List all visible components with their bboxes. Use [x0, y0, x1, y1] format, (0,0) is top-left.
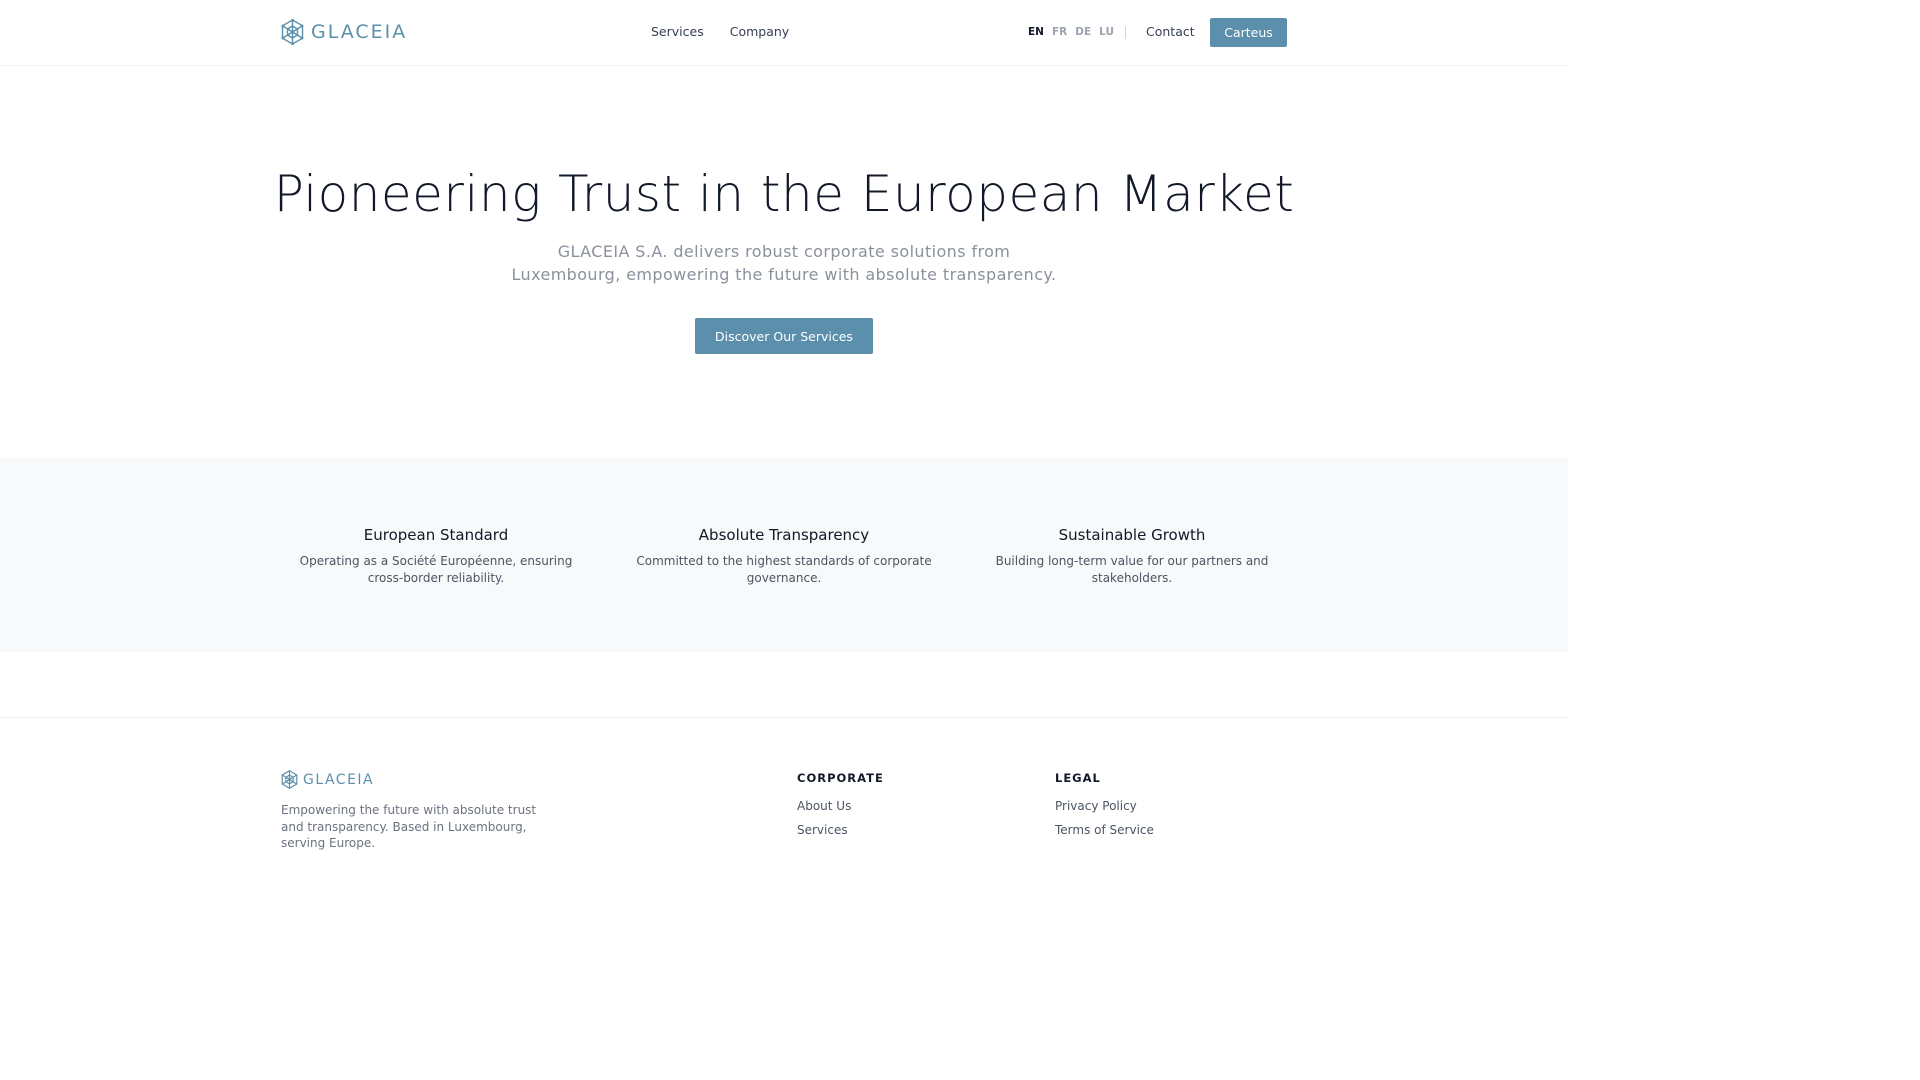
- snowflake-logo-icon: [281, 19, 304, 45]
- lang-en[interactable]: EN: [1028, 26, 1044, 38]
- site-header: GLACEIA Services Company EN FR DE LU Con…: [0, 0, 1568, 66]
- footer-column-corporate: CORPORATE About Us Services: [797, 771, 884, 847]
- footer-column-legal: LEGAL Privacy Policy Terms of Service: [1055, 771, 1154, 847]
- footer-link-privacy-policy[interactable]: Privacy Policy: [1055, 799, 1154, 813]
- features-section: European Standard Operating as a Société…: [0, 458, 1568, 652]
- nav-item-company[interactable]: Company: [730, 24, 789, 39]
- lang-lu[interactable]: LU: [1099, 26, 1114, 38]
- language-switcher: EN FR DE LU: [1028, 26, 1114, 38]
- feature-title: Absolute Transparency: [698, 526, 870, 544]
- lang-fr[interactable]: FR: [1052, 26, 1067, 38]
- brand-logo[interactable]: GLACEIA: [281, 19, 407, 45]
- hero-title: Pioneering Trust in the European Market: [273, 165, 1295, 223]
- footer-link-services[interactable]: Services: [797, 823, 884, 837]
- feature-text: Operating as a Société Européenne, ensur…: [299, 554, 573, 585]
- footer-logo-text: GLACEIA: [303, 771, 375, 788]
- feature-title: Sustainable Growth: [1058, 526, 1206, 544]
- feature-title: European Standard: [363, 526, 509, 544]
- main-nav: Services Company: [651, 24, 789, 39]
- feature-card: Absolute Transparency Committed to the h…: [629, 526, 939, 586]
- header-divider: [1125, 26, 1126, 39]
- feature-text: Committed to the highest standards of co…: [636, 554, 932, 585]
- header-cta-button[interactable]: Carteus: [1210, 18, 1287, 47]
- discover-services-button[interactable]: Discover Our Services: [695, 318, 873, 354]
- lang-de[interactable]: DE: [1075, 26, 1091, 38]
- contact-link[interactable]: Contact: [1146, 24, 1195, 39]
- footer-divider: [0, 717, 1568, 718]
- snowflake-logo-icon: [281, 770, 298, 789]
- footer-logo[interactable]: GLACEIA: [281, 770, 374, 789]
- brand-logo-text: GLACEIA: [311, 21, 408, 43]
- hero-subtitle: GLACEIA S.A. delivers robust corporate s…: [511, 242, 1057, 284]
- footer-column-heading: CORPORATE: [797, 771, 884, 785]
- nav-item-services[interactable]: Services: [651, 24, 704, 39]
- footer-link-terms-of-service[interactable]: Terms of Service: [1055, 823, 1154, 837]
- footer-column-heading: LEGAL: [1055, 771, 1101, 785]
- feature-card: Sustainable Growth Building long-term va…: [977, 526, 1287, 586]
- footer-link-about-us[interactable]: About Us: [797, 799, 884, 813]
- feature-card: European Standard Operating as a Société…: [281, 526, 591, 586]
- feature-text: Building long-term value for our partner…: [995, 554, 1269, 585]
- footer-tagline: Empowering the future with absolute trus…: [281, 803, 537, 850]
